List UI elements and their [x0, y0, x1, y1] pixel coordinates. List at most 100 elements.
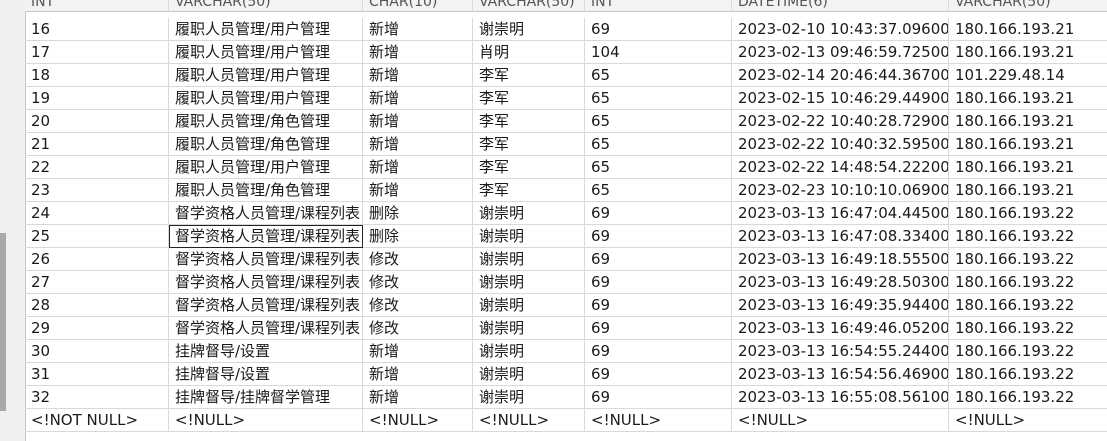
table-cell[interactable]: 2023-02-14 20:46:44.367000 — [732, 64, 949, 87]
table-cell[interactable]: 180.166.193.22 — [949, 248, 1107, 271]
column-header[interactable]: VARCHAR(50) — [949, 0, 1107, 12]
table-cell[interactable]: 69 — [585, 225, 732, 248]
table-cell[interactable]: 李军 — [473, 133, 585, 156]
table-cell[interactable]: 履职人员管理/角色管理 — [169, 110, 363, 133]
table-cell[interactable]: 李军 — [473, 87, 585, 110]
table-cell[interactable]: 2023-02-10 10:43:37.096000 — [732, 18, 949, 41]
table-cell[interactable]: 新增 — [363, 179, 473, 202]
table-cell[interactable]: 18 — [25, 64, 169, 87]
table-cell[interactable]: 谢崇明 — [473, 18, 585, 41]
table-cell[interactable]: 新增 — [363, 386, 473, 409]
table-cell[interactable]: 180.166.193.22 — [949, 386, 1107, 409]
table-cell[interactable]: 谢崇明 — [473, 202, 585, 225]
table-cell[interactable]: 180.166.193.21 — [949, 41, 1107, 64]
table-cell[interactable]: 2023-02-15 10:46:29.449000 — [732, 87, 949, 110]
table-cell[interactable]: 履职人员管理/用户管理 — [169, 87, 363, 110]
table-cell[interactable]: 180.166.193.22 — [949, 340, 1107, 363]
table-cell[interactable]: 65 — [585, 179, 732, 202]
table-cell[interactable]: 28 — [25, 294, 169, 317]
table-cell[interactable]: 谢崇明 — [473, 271, 585, 294]
table-cell[interactable]: 新增 — [363, 110, 473, 133]
table-cell[interactable]: 65 — [585, 64, 732, 87]
table-cell[interactable]: 69 — [585, 386, 732, 409]
table-cell[interactable]: 180.166.193.21 — [949, 110, 1107, 133]
table-cell[interactable]: 新增 — [363, 156, 473, 179]
table-cell[interactable]: 180.166.193.21 — [949, 156, 1107, 179]
column-header[interactable]: CHAR(10) — [363, 0, 473, 12]
table-row[interactable]: 2222履职人员管理/用户管理新增李军652023-02-22 14:48:54… — [25, 156, 1107, 179]
table-cell[interactable]: 2023-03-13 16:49:46.052000 — [732, 317, 949, 340]
table-cell[interactable]: <!NOT NULL> — [25, 409, 169, 432]
table-cell[interactable]: 104 — [585, 41, 732, 64]
table-cell[interactable]: 履职人员管理/角色管理 — [169, 133, 363, 156]
table-row[interactable]: 3030挂牌督导/设置新增谢崇明692023-03-13 16:54:55.24… — [25, 340, 1107, 363]
table-cell[interactable]: 新增 — [363, 41, 473, 64]
table-cell[interactable]: 31 — [25, 363, 169, 386]
table-cell[interactable]: 26 — [25, 248, 169, 271]
table-cell[interactable]: 新增 — [363, 133, 473, 156]
table-cell[interactable]: 180.166.193.21 — [949, 133, 1107, 156]
table-cell[interactable]: <!NULL> — [363, 409, 473, 432]
table-cell[interactable]: 2023-02-13 09:46:59.725000 — [732, 41, 949, 64]
table-cell[interactable]: <!NULL> — [473, 409, 585, 432]
table-cell[interactable]: 2023-03-13 16:47:08.334000 — [732, 225, 949, 248]
table-cell[interactable]: 挂牌督导/挂牌督学管理 — [169, 386, 363, 409]
table-cell[interactable]: 2023-03-13 16:55:08.561000 — [732, 386, 949, 409]
table-cell[interactable]: 新增 — [363, 87, 473, 110]
table-cell[interactable]: 17 — [25, 41, 169, 64]
table-cell[interactable]: 69 — [585, 363, 732, 386]
table-cell[interactable]: 180.166.193.22 — [949, 317, 1107, 340]
table-row[interactable]: 2727督学资格人员管理/课程列表修改谢崇明692023-03-13 16:49… — [25, 271, 1107, 294]
table-cell[interactable]: 谢崇明 — [473, 317, 585, 340]
table-row[interactable]: 3131挂牌督导/设置新增谢崇明692023-03-13 16:54:56.46… — [25, 363, 1107, 386]
table-cell[interactable]: <!NULL> — [169, 409, 363, 432]
table-cell[interactable]: 23 — [25, 179, 169, 202]
table-cell[interactable]: <!NULL> — [585, 409, 732, 432]
table-cell[interactable]: 李军 — [473, 110, 585, 133]
table-cell[interactable]: 修改 — [363, 294, 473, 317]
table-cell[interactable]: 履职人员管理/用户管理 — [169, 18, 363, 41]
column-header[interactable]: INT — [585, 0, 732, 12]
table-cell[interactable]: 180.166.193.22 — [949, 202, 1107, 225]
table-cell[interactable]: 69 — [585, 317, 732, 340]
table-cell[interactable]: 27 — [25, 271, 169, 294]
column-header[interactable]: VARCHAR(50) — [473, 0, 585, 12]
table-cell[interactable]: 新增 — [363, 18, 473, 41]
table-cell[interactable]: 履职人员管理/角色管理 — [169, 179, 363, 202]
table-row[interactable]: 2626督学资格人员管理/课程列表修改谢崇明692023-03-13 16:49… — [25, 248, 1107, 271]
table-cell[interactable]: 2023-03-13 16:54:56.469000 — [732, 363, 949, 386]
vertical-scroll-thumb[interactable] — [0, 233, 6, 411]
table-cell[interactable]: 修改 — [363, 271, 473, 294]
table-row[interactable]: 2323履职人员管理/角色管理新增李军652023-02-23 10:10:10… — [25, 179, 1107, 202]
table-cell[interactable]: 新增 — [363, 64, 473, 87]
table-row[interactable]: 3232挂牌督导/挂牌督学管理新增谢崇明692023-03-13 16:55:0… — [25, 386, 1107, 409]
table-cell[interactable]: 2023-03-13 16:49:35.944000 — [732, 294, 949, 317]
table-row[interactable]: 1919履职人员管理/用户管理新增李军652023-02-15 10:46:29… — [25, 87, 1107, 110]
table-cell[interactable]: 修改 — [363, 317, 473, 340]
table-cell[interactable]: 删除 — [363, 225, 473, 248]
table-cell[interactable]: 69 — [585, 248, 732, 271]
table-row[interactable]: 2828督学资格人员管理/课程列表修改谢崇明692023-03-13 16:49… — [25, 294, 1107, 317]
table-cell[interactable]: 李军 — [473, 156, 585, 179]
table-cell[interactable]: 20 — [25, 110, 169, 133]
table-cell[interactable]: 修改 — [363, 248, 473, 271]
table-row[interactable]: 1616履职人员管理/用户管理新增谢崇明692023-02-10 10:43:3… — [25, 18, 1107, 41]
table-row[interactable]: 2424督学资格人员管理/课程列表删除谢崇明692023-03-13 16:47… — [25, 202, 1107, 225]
table-cell[interactable]: 肖明 — [473, 41, 585, 64]
table-cell[interactable]: 督学资格人员管理/课程列表 — [169, 248, 363, 271]
table-cell[interactable]: 16 — [25, 18, 169, 41]
table-cell[interactable]: 履职人员管理/用户管理 — [169, 41, 363, 64]
table-cell[interactable]: 履职人员管理/用户管理 — [169, 64, 363, 87]
table-row[interactable]: 2929督学资格人员管理/课程列表修改谢崇明692023-03-13 16:49… — [25, 317, 1107, 340]
table-cell[interactable]: 180.166.193.22 — [949, 271, 1107, 294]
table-cell[interactable]: 督学资格人员管理/课程列表 — [169, 271, 363, 294]
table-cell[interactable]: 32 — [25, 386, 169, 409]
table-cell[interactable]: 2023-03-13 16:54:55.244000 — [732, 340, 949, 363]
table-cell[interactable]: 30 — [25, 340, 169, 363]
table-cell[interactable]: 督学资格人员管理/课程列表 — [169, 317, 363, 340]
table-cell[interactable]: 2023-03-13 16:49:28.503000 — [732, 271, 949, 294]
table-cell[interactable]: 180.166.193.21 — [949, 87, 1107, 110]
table-cell[interactable]: 督学资格人员管理/课程列表 — [169, 202, 363, 225]
table-cell[interactable]: 李军 — [473, 64, 585, 87]
table-row[interactable]: 2121履职人员管理/角色管理新增李军652023-02-22 10:40:32… — [25, 133, 1107, 156]
